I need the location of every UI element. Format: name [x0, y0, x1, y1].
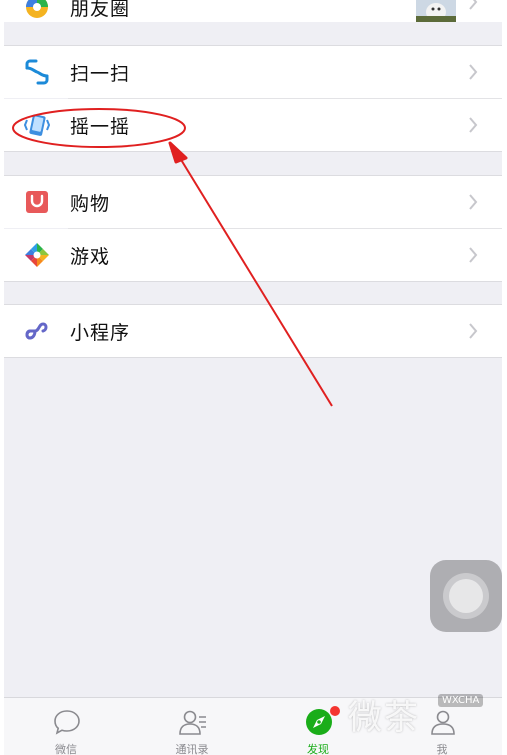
chevron-right-icon: [469, 194, 478, 210]
tab-contacts[interactable]: 通讯录: [142, 698, 242, 755]
scan-icon: [24, 59, 50, 85]
chevron-right-icon: [469, 117, 478, 133]
tab-label-me: 我: [436, 743, 448, 755]
person-icon: [431, 710, 455, 735]
menu-label-mini-programs: 小程序: [70, 322, 131, 344]
shake-icon: [24, 112, 50, 138]
chevron-right-icon: [469, 247, 478, 263]
watermark: 微茶: [348, 698, 420, 738]
menu-label-moments: 朋友圈: [70, 0, 131, 20]
mini-program-icon: [24, 318, 50, 344]
moments-icon: [24, 0, 50, 20]
watermark-badge: WXCHA: [438, 694, 484, 707]
tab-label-discover: 发现: [307, 743, 329, 755]
tab-chats[interactable]: 微信: [16, 698, 116, 755]
menu-label-shake: 摇一摇: [70, 116, 131, 138]
assistive-touch-button[interactable]: [430, 560, 502, 632]
menu-item-shake[interactable]: 摇一摇: [4, 99, 502, 151]
chevron-right-icon: [469, 323, 478, 339]
game-icon: [24, 242, 50, 268]
menu-label-games: 游戏: [70, 246, 111, 268]
chat-bubble-icon: [54, 710, 80, 735]
new-dot-badge: [330, 706, 340, 716]
discover-screen: 朋友圈 扫一扫 摇一摇 购物 游戏 小程序 微信 通讯录 发现 我 微茶 WXC…: [4, 0, 502, 755]
shopping-bag-icon: [24, 189, 50, 215]
menu-item-mini-programs[interactable]: 小程序: [4, 305, 502, 357]
menu-item-scan[interactable]: 扫一扫: [4, 46, 502, 98]
menu-item-games[interactable]: 游戏: [4, 229, 502, 281]
tab-label-contacts: 通讯录: [175, 743, 209, 755]
moments-thumbnail: [416, 0, 456, 22]
contacts-icon: [179, 710, 206, 735]
tab-bar: 微信 通讯录 发现 我: [4, 697, 502, 755]
menu-label-shopping: 购物: [70, 193, 111, 215]
menu-label-scan: 扫一扫: [70, 63, 131, 85]
chevron-right-icon: [469, 64, 478, 80]
chevron-right-icon: [469, 0, 478, 10]
menu-item-shopping[interactable]: 购物: [4, 176, 502, 228]
tab-label-chats: 微信: [55, 743, 77, 755]
menu-item-moments[interactable]: 朋友圈: [4, 0, 502, 22]
